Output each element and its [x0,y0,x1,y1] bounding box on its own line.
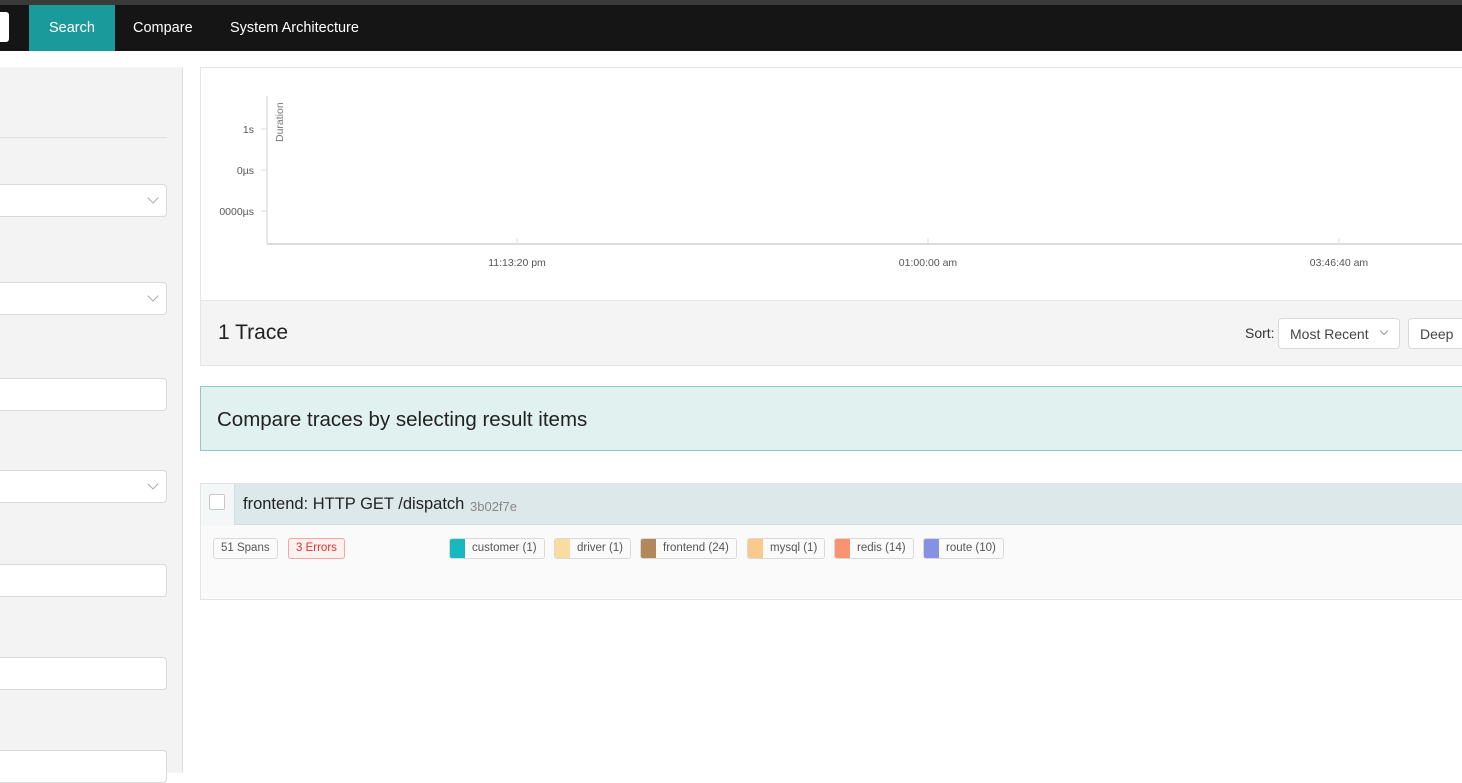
service-tag-label: customer (1) [472,542,537,554]
max-duration-input[interactable] [0,564,167,597]
compare-banner-text: Compare traces by selecting result items [217,408,588,431]
trace-select-area[interactable] [201,484,235,525]
trace-select-checkbox[interactable] [209,494,225,510]
service-tag-route: route (10) [923,538,1004,559]
service-tag-label: mysql (1) [770,542,818,554]
service-tag-frontend: frontend (24) [640,538,737,559]
min-duration-input[interactable] [0,657,167,690]
service-tag-label: route (10) [946,542,996,554]
trace-count: 1 Trace [218,321,289,344]
results-header: 1 Trace Sort: Most Recent Deep [200,300,1462,366]
top-navbar: Search Compare System Architecture [0,5,1462,51]
service-tag-redis: redis (14) [834,538,914,559]
chevron-down-icon [147,290,159,302]
span-count-badge: 51 Spans [213,538,278,559]
x-tick-label: 03:46:40 am [1310,257,1369,269]
chart-svg: 1s 0µs 0000µs 11:13:20 pm 01:00:00 am 03:46:4… [219,96,1462,269]
service-color-swatch [641,539,656,558]
deep-dependency-button[interactable]: Deep [1408,318,1462,349]
operation-select[interactable] [0,282,167,315]
error-count-badge: 3 Errors [288,538,345,559]
service-select[interactable] [0,184,167,217]
tab-system-architecture[interactable]: System Architecture [210,5,379,51]
service-tag-mysql: mysql (1) [747,538,826,559]
tags-input[interactable] [0,378,167,411]
service-color-swatch [835,539,850,558]
y-axis-label: Duration [274,102,286,142]
service-color-swatch [555,539,570,558]
chevron-down-icon [147,478,159,490]
service-color-swatch [924,539,939,558]
chevron-down-icon [147,192,159,204]
service-color-swatch [450,539,465,558]
y-tick-label: 0000µs [219,206,254,218]
sort-select[interactable]: Most Recent [1278,318,1400,349]
lookback-select[interactable] [0,470,167,503]
x-tick-label: 11:13:20 pm [488,257,546,269]
service-tag-customer: customer (1) [449,538,545,559]
trace-duration-chart: 1s 0µs 0000µs 11:13:20 pm 01:00:00 am 03:46:4… [200,67,1462,301]
service-color-swatch [748,539,763,558]
compare-banner: Compare traces by selecting result items [200,386,1462,451]
sort-label: Sort: [1245,325,1275,341]
nav-search-input[interactable] [0,12,9,42]
service-tag-label: frontend (24) [663,542,729,554]
limit-results-input[interactable] [0,750,167,783]
service-tag-driver: driver (1) [554,538,632,559]
trace-title[interactable]: frontend: HTTP GET /dispatch [243,495,464,514]
trace-header[interactable]: frontend: HTTP GET /dispatch 3b02f7e [201,484,1462,525]
trace-id: 3b02f7e [470,499,517,514]
x-tick-label: 01:00:00 am [899,257,958,269]
search-form-panel [0,67,183,783]
search-form-divider [0,137,167,138]
y-tick-label: 0µs [237,165,254,177]
tab-compare[interactable]: Compare [113,5,213,51]
chevron-down-icon [1379,326,1389,336]
trace-result-item[interactable]: frontend: HTTP GET /dispatch 3b02f7e 51 … [200,483,1462,600]
service-tag-label: driver (1) [577,542,624,554]
tab-search[interactable]: Search [29,5,115,51]
service-tag-label: redis (14) [857,542,906,554]
y-tick-label: 1s [243,124,254,136]
sort-value: Most Recent [1290,326,1369,342]
